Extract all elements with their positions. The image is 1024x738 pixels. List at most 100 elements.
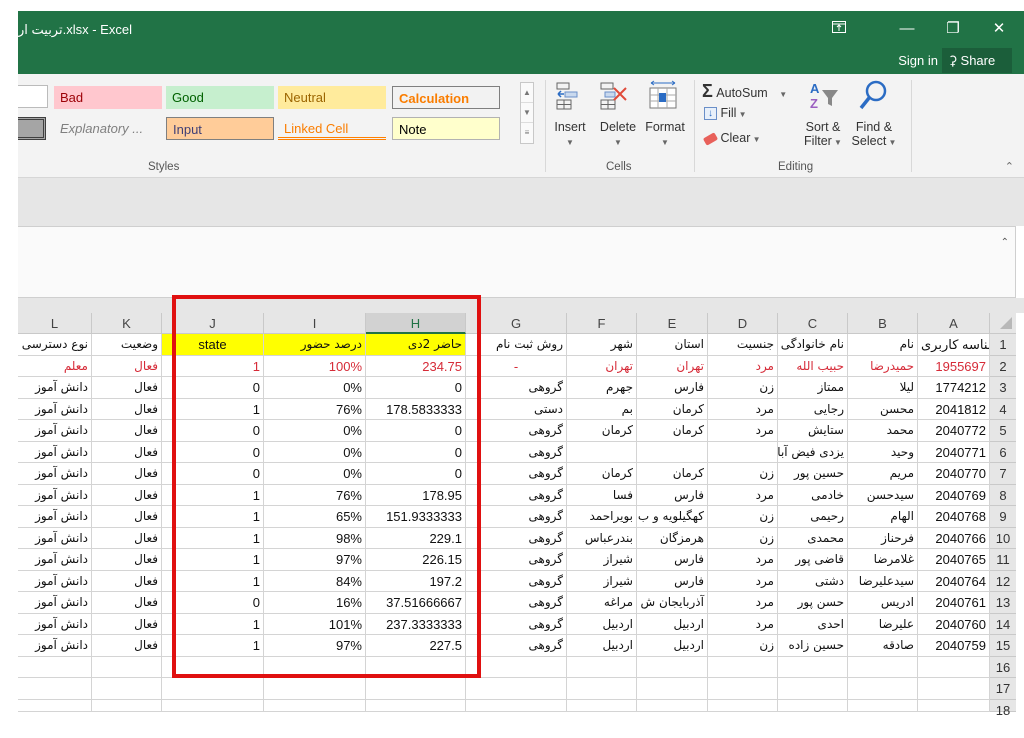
- cell-F11[interactable]: شیراز: [567, 549, 637, 571]
- cell-J16[interactable]: [162, 656, 264, 678]
- row-header-14[interactable]: 14: [990, 613, 1016, 635]
- style-bad[interactable]: Bad: [54, 86, 162, 109]
- row-header-9[interactable]: 9: [990, 506, 1016, 528]
- cell-C1[interactable]: نام خانوادگی: [778, 334, 848, 356]
- cell-C11[interactable]: قاضی پور: [778, 549, 848, 571]
- cell-B15[interactable]: صادقه: [848, 635, 918, 657]
- cell-D18[interactable]: [708, 699, 778, 712]
- cell-E13[interactable]: آذربایجان ش: [637, 592, 708, 614]
- cell-E8[interactable]: فارس: [637, 484, 708, 506]
- cell-J5[interactable]: 0: [162, 420, 264, 442]
- cell-L16[interactable]: [18, 656, 92, 678]
- cell-E9[interactable]: کهگیلویه و ب: [637, 506, 708, 528]
- row-header-5[interactable]: 5: [990, 420, 1016, 442]
- styles-gallery-scroll[interactable]: ▲ ▼ ≡: [520, 82, 534, 144]
- cell-D13[interactable]: مرد: [708, 592, 778, 614]
- column-header-L[interactable]: L: [18, 313, 92, 334]
- cell-H3[interactable]: 0: [366, 377, 466, 399]
- cell-F1[interactable]: شهر: [567, 334, 637, 356]
- cell-E15[interactable]: اردبیل: [637, 635, 708, 657]
- cell-E12[interactable]: فارس: [637, 570, 708, 592]
- cell-G18[interactable]: [466, 699, 567, 712]
- cell-A5[interactable]: 2040772: [918, 420, 990, 442]
- cell-I16[interactable]: [264, 656, 366, 678]
- cell-I13[interactable]: 16%: [264, 592, 366, 614]
- cell-A12[interactable]: 2040764: [918, 570, 990, 592]
- cell-L10[interactable]: دانش آموز: [18, 527, 92, 549]
- cell-A15[interactable]: 2040759: [918, 635, 990, 657]
- cell-L8[interactable]: دانش آموز: [18, 484, 92, 506]
- cell-K8[interactable]: فعال: [92, 484, 162, 506]
- cell-C2[interactable]: حبیب الله: [778, 355, 848, 377]
- cell-H14[interactable]: 237.3333333: [366, 613, 466, 635]
- cell-K17[interactable]: [92, 678, 162, 700]
- column-header-J[interactable]: J: [162, 313, 264, 334]
- cell-L5[interactable]: دانش آموز: [18, 420, 92, 442]
- row-header-8[interactable]: 8: [990, 484, 1016, 506]
- cell-I7[interactable]: 0%: [264, 463, 366, 485]
- ribbon-display-options-icon[interactable]: [824, 19, 854, 39]
- cell-J4[interactable]: 1: [162, 398, 264, 420]
- cell-J11[interactable]: 1: [162, 549, 264, 571]
- cell-E4[interactable]: کرمان: [637, 398, 708, 420]
- cell-G10[interactable]: گروهی: [466, 527, 567, 549]
- cell-A3[interactable]: 1774212: [918, 377, 990, 399]
- cell-G8[interactable]: گروهی: [466, 484, 567, 506]
- find-select-button[interactable]: Find & Select ▼: [848, 120, 900, 148]
- cell-E11[interactable]: فارس: [637, 549, 708, 571]
- cell-G2[interactable]: -: [466, 355, 567, 377]
- cell-A17[interactable]: [918, 678, 990, 700]
- cell-J12[interactable]: 1: [162, 570, 264, 592]
- cell-B7[interactable]: مریم: [848, 463, 918, 485]
- cell-B12[interactable]: سیدعلیرضا: [848, 570, 918, 592]
- style-check-cell[interactable]: [18, 117, 46, 140]
- fill-button[interactable]: ↓ Fill ▼: [704, 106, 747, 121]
- cell-J18[interactable]: [162, 699, 264, 712]
- cell-I10[interactable]: 98%: [264, 527, 366, 549]
- cell-A13[interactable]: 2040761: [918, 592, 990, 614]
- cell-B3[interactable]: لیلا: [848, 377, 918, 399]
- cell-I1[interactable]: درصد حضور: [264, 334, 366, 356]
- cell-F2[interactable]: تهران: [567, 355, 637, 377]
- cell-A18[interactable]: [918, 699, 990, 712]
- cell-H9[interactable]: 151.9333333: [366, 506, 466, 528]
- cell-E7[interactable]: کرمان: [637, 463, 708, 485]
- cell-L6[interactable]: دانش آموز: [18, 441, 92, 463]
- cell-C17[interactable]: [778, 678, 848, 700]
- cell-K6[interactable]: فعال: [92, 441, 162, 463]
- cell-A1[interactable]: شناسه کاربری: [918, 334, 990, 356]
- cell-D16[interactable]: [708, 656, 778, 678]
- row-header-7[interactable]: 7: [990, 463, 1016, 485]
- cell-K7[interactable]: فعال: [92, 463, 162, 485]
- column-header-B[interactable]: B: [848, 313, 918, 334]
- cell-A16[interactable]: [918, 656, 990, 678]
- cell-J15[interactable]: 1: [162, 635, 264, 657]
- cell-B18[interactable]: [848, 699, 918, 712]
- cell-D5[interactable]: مرد: [708, 420, 778, 442]
- cell-C16[interactable]: [778, 656, 848, 678]
- cell-I2[interactable]: 100%: [264, 355, 366, 377]
- column-header-A[interactable]: A: [918, 313, 990, 334]
- cell-B8[interactable]: سیدحسن: [848, 484, 918, 506]
- cell-K11[interactable]: فعال: [92, 549, 162, 571]
- cell-B6[interactable]: وحید: [848, 441, 918, 463]
- gallery-more-icon[interactable]: ≡: [521, 123, 533, 143]
- cell-J3[interactable]: 0: [162, 377, 264, 399]
- column-header-K[interactable]: K: [92, 313, 162, 334]
- column-header-E[interactable]: E: [637, 313, 708, 334]
- row-header-17[interactable]: 17: [990, 678, 1016, 700]
- style-good[interactable]: Good: [166, 86, 274, 109]
- cell-A10[interactable]: 2040766: [918, 527, 990, 549]
- cell-A2[interactable]: 1955697: [918, 355, 990, 377]
- cell-K13[interactable]: فعال: [92, 592, 162, 614]
- cell-J1[interactable]: state: [162, 334, 264, 356]
- cell-H18[interactable]: [366, 699, 466, 712]
- cell-C10[interactable]: محمدی: [778, 527, 848, 549]
- cell-E14[interactable]: اردبیل: [637, 613, 708, 635]
- cell-H15[interactable]: 227.5: [366, 635, 466, 657]
- cell-K2[interactable]: فعال: [92, 355, 162, 377]
- style-note[interactable]: Note: [392, 117, 500, 140]
- close-icon[interactable]: ✕: [984, 19, 1014, 39]
- cell-C12[interactable]: دشتی: [778, 570, 848, 592]
- row-header-11[interactable]: 11: [990, 549, 1016, 571]
